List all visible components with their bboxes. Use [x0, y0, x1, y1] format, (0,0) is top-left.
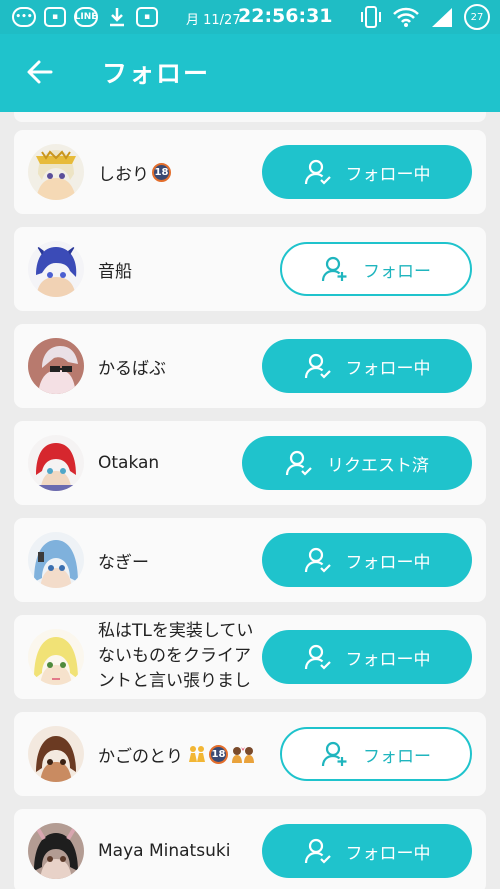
download-icon: [110, 8, 124, 27]
list-item: Otakan リクエスト済: [14, 421, 486, 505]
page-title: フォロー: [102, 59, 211, 88]
list-item: なぎー フォロー中: [14, 518, 486, 602]
status-time: 22:56:31: [238, 5, 333, 27]
previous-card-edge: [14, 112, 486, 122]
avatar[interactable]: [28, 823, 84, 879]
user-check-icon: [304, 159, 331, 185]
avatar[interactable]: [28, 144, 84, 200]
user-check-icon: [304, 353, 331, 379]
app-bar: フォロー: [0, 34, 500, 112]
family-emoji-icon: [189, 746, 205, 762]
signal-icon: [432, 8, 452, 27]
list-item: しおり 18 フォロー中: [14, 130, 486, 214]
list-item: 音船 フォロー: [14, 227, 486, 311]
list-item: 私はTLを実装していないものをクライアントと言い張りました フォロー中: [14, 615, 486, 699]
user-name: 私はTLを実装していないものをクライアントと言い張りました: [98, 621, 254, 691]
user-name: かるばぶ: [98, 358, 166, 379]
following-button[interactable]: フォロー中: [262, 824, 472, 878]
status-date: 月 11/27: [186, 13, 241, 28]
vibrate-icon: [361, 6, 381, 28]
avatar[interactable]: [28, 241, 84, 297]
r18-badge-icon: 18: [152, 162, 171, 182]
user-check-icon: [304, 838, 331, 864]
user-name: Maya Minatsuki: [98, 841, 231, 861]
line-icon: LINE: [74, 7, 98, 27]
list-item: かるばぶ フォロー中: [14, 324, 486, 408]
user-check-icon: [285, 450, 312, 476]
chat-icon: •••: [12, 7, 36, 27]
user-name: かごのとり 18: [98, 712, 255, 796]
user-name: なぎー: [98, 552, 149, 573]
arrow-left-icon[interactable]: [26, 58, 54, 86]
notification-icons: ••• ▪ LINE ▪: [12, 6, 158, 28]
user-name: しおり 18: [98, 130, 171, 214]
user-plus-icon: [321, 256, 347, 282]
following-button[interactable]: フォロー中: [262, 339, 472, 393]
list-item: かごのとり 18 フォロー: [14, 712, 486, 796]
system-icons: 27: [360, 4, 490, 30]
user-name: Otakan: [98, 453, 160, 473]
following-button[interactable]: フォロー中: [262, 630, 472, 684]
following-button[interactable]: フォロー中: [262, 145, 472, 199]
user-check-icon: [304, 547, 331, 573]
avatar[interactable]: [28, 532, 84, 588]
follow-button[interactable]: フォロー: [280, 727, 472, 781]
wifi-icon: [393, 7, 419, 27]
avatar[interactable]: [28, 435, 84, 491]
avatar[interactable]: [28, 338, 84, 394]
avatar[interactable]: [28, 629, 84, 685]
tv-icon: ▪: [44, 7, 66, 27]
user-plus-icon: [321, 741, 347, 767]
list-item: Maya Minatsuki フォロー中: [14, 809, 486, 889]
user-check-icon: [304, 644, 331, 670]
avatar[interactable]: [28, 726, 84, 782]
battery-indicator: 27: [464, 4, 490, 30]
tv-icon: ▪: [136, 7, 158, 27]
follow-button[interactable]: フォロー: [280, 242, 472, 296]
status-bar: ••• ▪ LINE ▪ 月 11/27 22:56:31 27: [0, 0, 500, 34]
user-name: 音船: [98, 261, 132, 282]
following-button[interactable]: フォロー中: [262, 533, 472, 587]
couple-kiss-emoji-icon: [232, 747, 254, 763]
request-sent-button[interactable]: リクエスト済: [242, 436, 472, 490]
follow-list: しおり 18 フォロー中 音船 フォロー かるばぶ フォロー中 Otakan リ…: [14, 112, 486, 889]
r18-badge-icon: 18: [209, 744, 228, 764]
